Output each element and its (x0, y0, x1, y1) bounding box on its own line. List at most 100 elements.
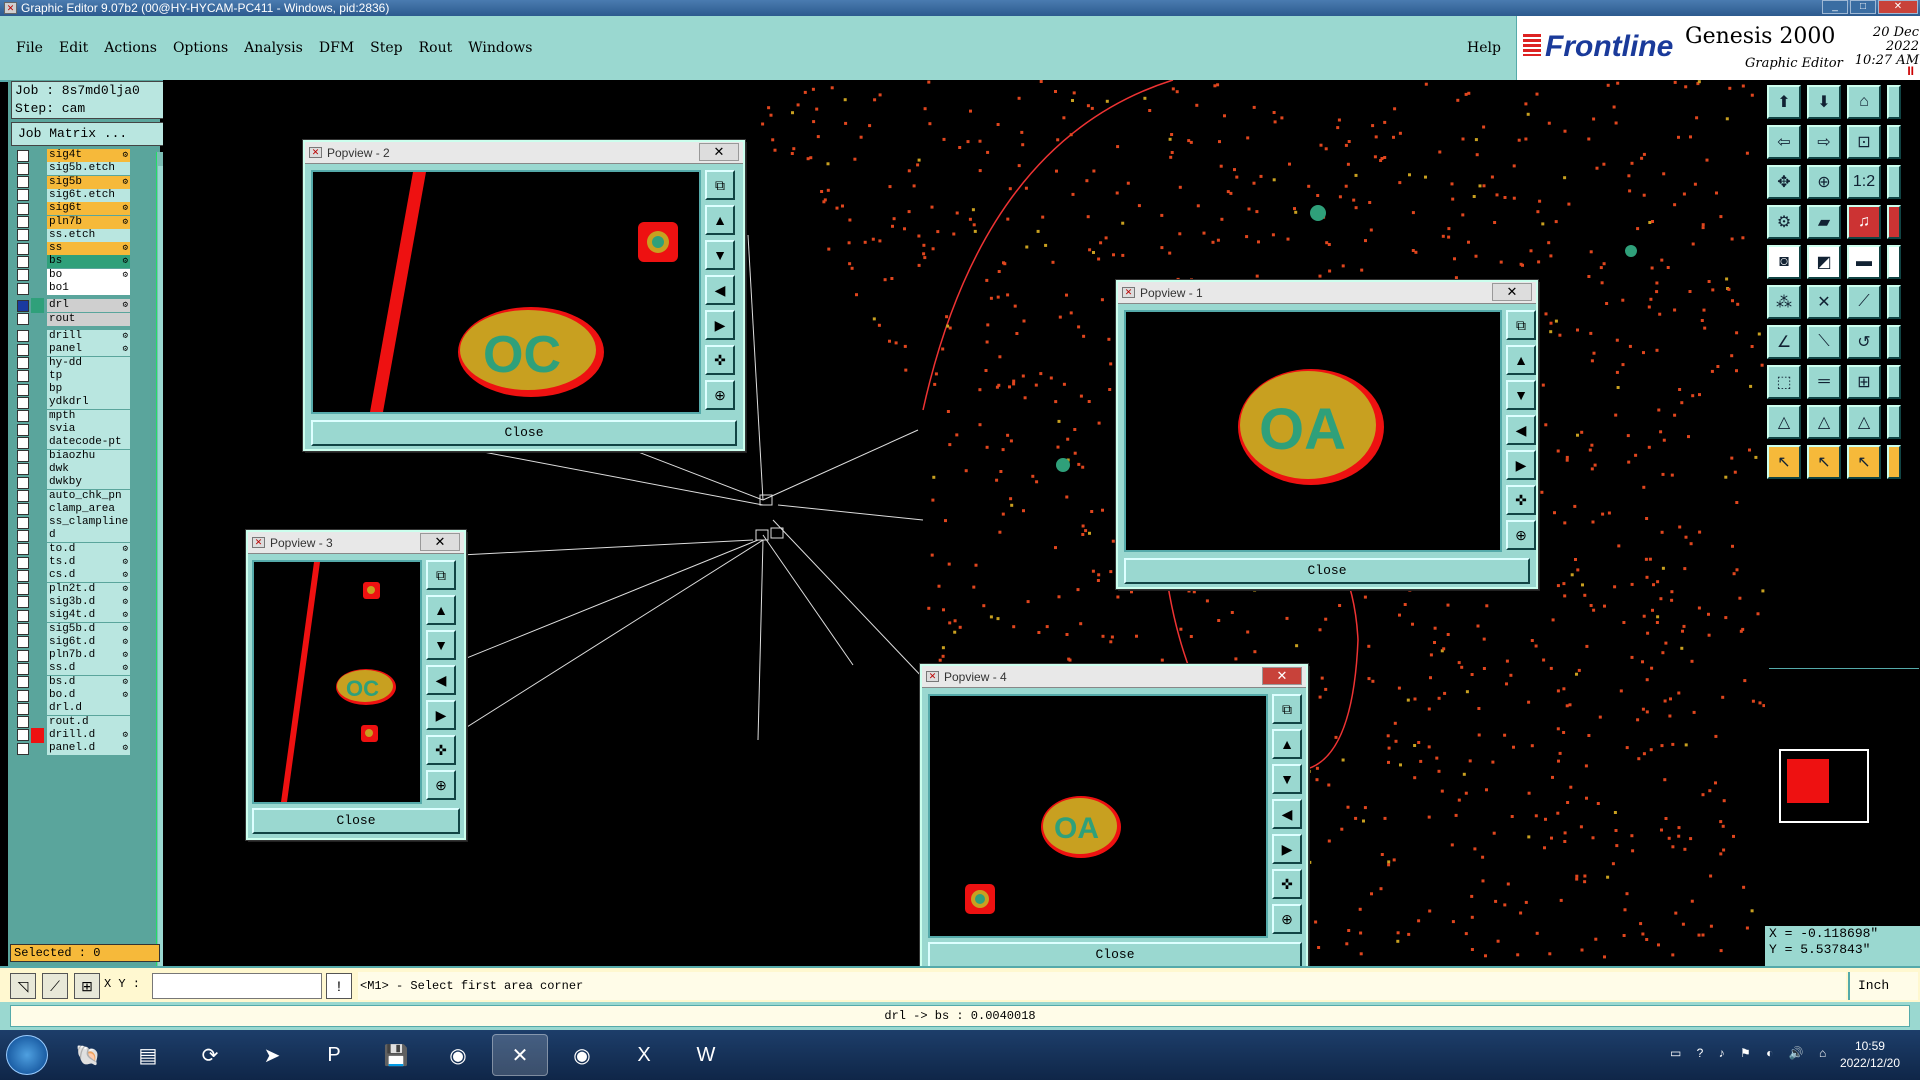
layer-name[interactable]: ts.d ⚙ (47, 556, 130, 569)
layer-checkbox[interactable] (17, 343, 29, 356)
popview-tool-button[interactable]: ⊕ (705, 380, 735, 410)
triangle3-icon[interactable]: △ (1847, 405, 1881, 439)
layer-checkbox[interactable] (17, 543, 29, 556)
layer-name[interactable]: d (47, 529, 130, 543)
taskbar-app-shell-icon[interactable]: 🐚 (60, 1034, 116, 1076)
swap-icon[interactable] (1887, 125, 1901, 159)
popview-tool-button[interactable]: ✜ (1506, 485, 1536, 515)
layer-checkbox[interactable] (17, 423, 29, 436)
popview-1-titlebar[interactable]: ✕ Popview - 1 (1118, 282, 1536, 304)
unit-selector[interactable]: Inch (1848, 972, 1918, 1000)
layer-checkbox[interactable] (17, 410, 29, 423)
layer-checkbox[interactable] (17, 649, 29, 662)
popview-4-viewport[interactable]: OA (928, 694, 1268, 938)
layer-name[interactable]: sig6t ⚙ (47, 202, 130, 216)
home-icon[interactable]: ⌂ (1847, 85, 1881, 119)
popview-tool-button[interactable]: ✜ (426, 735, 456, 765)
minimize-button[interactable]: _ (1822, 0, 1848, 14)
popview-tool-button[interactable]: ▼ (426, 630, 456, 660)
menu-edit[interactable]: Edit (59, 40, 88, 56)
layer-checkbox[interactable] (17, 255, 29, 268)
layer-name[interactable]: tp (47, 369, 130, 383)
popview-tool-button[interactable]: ⧉ (1506, 310, 1536, 340)
layer-checkbox[interactable] (17, 662, 29, 675)
popview-tool-button[interactable]: ▶ (426, 700, 456, 730)
layer-name[interactable]: pln7b.d ⚙ (47, 649, 130, 663)
layer-checkbox[interactable] (17, 202, 29, 215)
layer-name[interactable]: cs.d ⚙ (47, 569, 130, 583)
taskbar-app-genesis-icon[interactable]: ✕ (492, 1034, 548, 1076)
layer-checkbox[interactable] (17, 676, 29, 689)
popview-tool-button[interactable]: ⧉ (705, 170, 735, 200)
taskbar-app-messenger-icon[interactable]: ➤ (244, 1034, 300, 1076)
popview-tool-button[interactable]: ▲ (705, 205, 735, 235)
layer-checkbox[interactable] (17, 503, 29, 516)
shape-icon[interactable]: ◩ (1807, 245, 1841, 279)
step-down-icon[interactable]: ⬇ (1807, 85, 1841, 119)
layer-name[interactable]: ydkdrl (47, 396, 130, 410)
layer-checkbox[interactable] (17, 583, 29, 596)
pan-right-icon[interactable]: ⇨ (1807, 125, 1841, 159)
layer-name[interactable]: sig5b.etch (47, 162, 130, 176)
layer-name[interactable]: ss.etch (47, 228, 130, 242)
menu-dfm[interactable]: DFM (319, 40, 354, 56)
layer-name[interactable]: dwkby (47, 476, 130, 490)
popview-2-viewport[interactable]: OC (311, 170, 701, 414)
popview-3-viewport[interactable]: OC (252, 560, 422, 804)
layer-checkbox[interactable] (17, 450, 29, 463)
popview-tool-button[interactable]: ▲ (426, 595, 456, 625)
menu-options[interactable]: Options (173, 40, 228, 56)
taskbar-clock[interactable]: 10:59 2022/12/20 (1840, 1038, 1900, 1072)
layer-checkbox[interactable] (17, 436, 29, 449)
layer-checkbox[interactable] (17, 689, 29, 702)
menu-rout[interactable]: Rout (419, 40, 453, 56)
popview-tool-button[interactable]: ◀ (705, 275, 735, 305)
popview-tool-button[interactable]: ⊕ (1506, 520, 1536, 550)
layer-name[interactable]: ss.d ⚙ (47, 662, 130, 676)
frame-icon[interactable]: ⬚ (1767, 365, 1801, 399)
settings-icon[interactable]: ⚙ (1767, 205, 1801, 239)
pointer3-icon[interactable]: ↖ (1847, 445, 1881, 479)
angle-icon[interactable]: ∠ (1767, 325, 1801, 359)
layer-name[interactable]: mpth (47, 409, 130, 423)
popview-4-titlebar[interactable]: ✕ Popview - 4 (922, 666, 1306, 688)
flip-icon[interactable] (1887, 325, 1901, 359)
layer-name[interactable]: bo1 (47, 282, 130, 295)
layer-checkbox[interactable] (17, 516, 29, 529)
layer-name[interactable]: panel ⚙ (47, 343, 130, 357)
taskbar-app-eye-icon[interactable]: ◉ (430, 1034, 486, 1076)
layer-checkbox[interactable] (17, 176, 29, 189)
menu-file[interactable]: File (16, 40, 43, 56)
layer-name[interactable]: sig4t.d ⚙ (47, 609, 130, 623)
popview-tool-button[interactable]: ◀ (426, 665, 456, 695)
layer-row[interactable]: rout (13, 312, 143, 327)
layer-name[interactable]: sig4t ⚙ (47, 149, 130, 162)
layer-name[interactable]: drl.d (47, 702, 130, 716)
layer-checkbox[interactable] (17, 189, 29, 202)
layer-checkbox[interactable] (17, 569, 29, 582)
menu-actions[interactable]: Actions (104, 40, 157, 56)
layer-name[interactable]: sig6t.etch (47, 188, 130, 202)
layer-checkbox[interactable] (17, 269, 29, 282)
popview-4-window[interactable]: ✕ Popview - 4 ✕ OA ⧉ ▲ ▼ ◀ ▶ ✜ ⊕ Close (919, 663, 1309, 975)
layer-checkbox[interactable] (17, 476, 29, 489)
arc-icon[interactable]: ⟋ (1847, 285, 1881, 319)
snap-icon[interactable]: ⁂ (1767, 285, 1801, 319)
layer-name[interactable]: svia (47, 423, 130, 436)
layer-checkbox[interactable] (17, 357, 29, 369)
layer-checkbox[interactable] (17, 242, 29, 255)
net2-icon[interactable] (1887, 205, 1901, 239)
arc2-icon[interactable] (1887, 285, 1901, 319)
layer-name[interactable]: sig5b.d ⚙ (47, 622, 130, 636)
layer-checkbox[interactable] (17, 282, 29, 295)
layer-checkbox[interactable] (17, 609, 29, 622)
popview-tool-button[interactable]: ▲ (1272, 729, 1302, 759)
popview-tool-button[interactable]: ⧉ (426, 560, 456, 590)
bar-icon[interactable]: ═ (1807, 365, 1841, 399)
layer-name[interactable]: hy-dd (47, 356, 130, 370)
layer-checkbox[interactable] (17, 556, 29, 569)
layer-checkbox[interactable] (17, 742, 29, 755)
popview-tool-button[interactable]: ▶ (1272, 834, 1302, 864)
measure-icon[interactable]: ⟋ (42, 973, 68, 999)
popview-tool-button[interactable]: ▲ (1506, 345, 1536, 375)
